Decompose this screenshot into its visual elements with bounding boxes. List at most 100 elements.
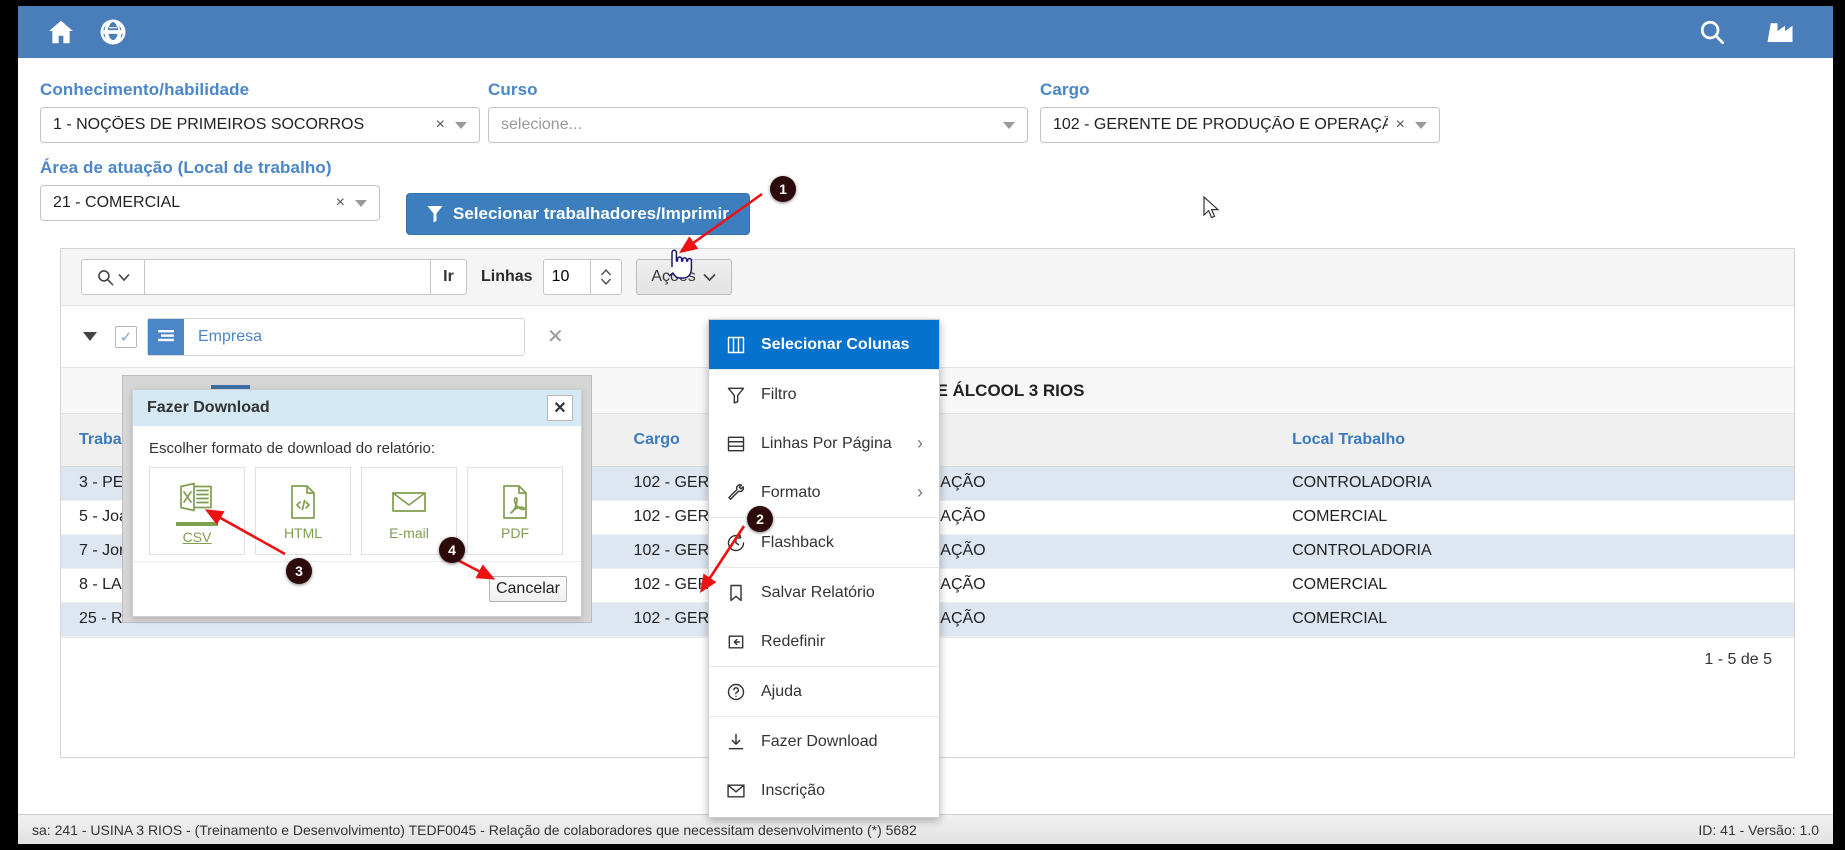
- acoes-dropdown-menu[interactable]: Selecionar Colunas Filtro Linhas Por Págin…: [708, 319, 940, 818]
- download-dialog-titlebar: Fazer Download ✕: [133, 390, 581, 426]
- menu-item-fazer-download[interactable]: Fazer Download: [709, 717, 939, 766]
- break-checkbox[interactable]: ✓: [115, 325, 137, 348]
- download-dialog-prompt: Escolher formato de download do relatóri…: [149, 440, 435, 457]
- rows-label: Linhas: [481, 268, 533, 285]
- download-option-html[interactable]: HTML: [255, 467, 351, 555]
- download-option-csv[interactable]: CSV: [149, 467, 245, 555]
- column-header-local-trabalho[interactable]: Local Trabalho: [1274, 414, 1794, 467]
- status-left-text: sa: 241 - USINA 3 RIOS - (Treinamento e …: [32, 821, 917, 838]
- menu-item-linhas-por-p-gina[interactable]: Linhas Por Página ›: [709, 419, 939, 468]
- search-icon: [98, 269, 114, 285]
- cell-local-trabalho: CONTROLADORIA: [1274, 466, 1794, 501]
- cell-local-trabalho: COMERCIAL: [1274, 602, 1794, 637]
- clear-area-icon[interactable]: ×: [328, 194, 353, 212]
- break-chip-empresa[interactable]: Empresa: [147, 317, 525, 356]
- home-icon[interactable]: [46, 17, 76, 47]
- label-conhecimento: Conhecimento/habilidade: [40, 80, 250, 99]
- menu-item-redefinir[interactable]: Redefinir: [709, 617, 939, 666]
- status-right-text: ID: 41 - Versão: 1.0: [1698, 821, 1819, 838]
- menu-item-label: Redefinir: [761, 632, 826, 650]
- download-option-label: HTML: [283, 524, 323, 541]
- select-area-atuacao[interactable]: 21 - COMERCIAL ×: [40, 185, 380, 221]
- rows-icon: [723, 434, 749, 454]
- select-curso-value: selecione...: [501, 116, 582, 133]
- break-chip-label: Empresa: [198, 327, 263, 345]
- menu-item-inscri-o[interactable]: Inscrição: [709, 766, 939, 815]
- search-input[interactable]: [144, 259, 431, 295]
- selecionar-trabalhadores-button[interactable]: Selecionar trabalhadores/Imprimir: [406, 193, 750, 235]
- factory-icon[interactable]: [1765, 17, 1795, 47]
- filter-curso: Curso selecione...: [488, 80, 1028, 143]
- download-dialog-title: Fazer Download: [147, 399, 270, 416]
- label-cargo: Cargo: [1040, 80, 1090, 99]
- menu-item-label: Selecionar Colunas: [761, 335, 910, 353]
- menu-item-label: Filtro: [761, 385, 797, 403]
- chevron-down-icon: [118, 273, 130, 281]
- reset-icon: [728, 634, 744, 649]
- browser-window: Conhecimento/habilidade 1 - NOÇÕES DE PR…: [18, 6, 1833, 844]
- menu-item-selecionar-colunas[interactable]: Selecionar Colunas: [709, 320, 939, 369]
- menu-item-ajuda[interactable]: Ajuda: [709, 667, 939, 716]
- rows-icon: [727, 436, 745, 451]
- break-lines-icon: [148, 318, 184, 355]
- filter-panel: Conhecimento/habilidade 1 - NOÇÕES DE PR…: [18, 58, 1833, 243]
- cancelar-button[interactable]: Cancelar: [488, 576, 567, 602]
- select-cargo-value: 102 - GERENTE DE PRODUÇÃO E OPERAÇÃO: [1053, 116, 1388, 133]
- search-go-button[interactable]: Ir: [431, 259, 467, 295]
- status-bar: sa: 241 - USINA 3 RIOS - (Treinamento e …: [18, 814, 1833, 844]
- download-option-label: PDF: [501, 524, 529, 541]
- menu-item-label: Inscrição: [761, 781, 826, 799]
- menu-item-label: Formato: [761, 483, 821, 501]
- mouse-cursor-hand-icon: [668, 249, 693, 279]
- funnel-icon: [723, 385, 749, 405]
- collapse-triangle-icon[interactable]: [83, 332, 97, 341]
- download-format-options: CSV HTML E-mail PDF: [133, 467, 581, 555]
- menu-item-flashback[interactable]: Flashback: [709, 518, 939, 567]
- rows-stepper[interactable]: [589, 259, 622, 295]
- mouse-cursor-arrow-icon: [1203, 196, 1220, 219]
- chevron-down-icon[interactable]: [455, 121, 467, 129]
- chevron-down-icon[interactable]: [1415, 121, 1427, 129]
- clear-cargo-icon[interactable]: ×: [1388, 116, 1413, 134]
- funnel-icon: [727, 387, 745, 404]
- annotation-badge-2: 2: [747, 506, 773, 532]
- report-search-bar: Ir Linhas Ações: [61, 249, 1794, 306]
- download-option-label: CSV: [182, 529, 212, 545]
- excel-icon: [180, 482, 212, 512]
- globe-icon[interactable]: [98, 17, 128, 47]
- menu-item-label: Fazer Download: [761, 732, 878, 750]
- question-icon: [723, 682, 749, 702]
- menu-item-label: Linhas Por Página: [761, 434, 892, 452]
- menu-item-formato[interactable]: Formato ›: [709, 468, 939, 517]
- rows-per-page-input[interactable]: [542, 259, 590, 295]
- filter-area-atuacao: Área de atuação (Local de trabalho) 21 -…: [40, 158, 380, 221]
- envelope-icon: [727, 783, 745, 798]
- clock-icon: [723, 533, 749, 553]
- download-option-label: E-mail: [389, 524, 429, 541]
- select-curso[interactable]: selecione...: [488, 107, 1028, 143]
- pagination-label: 1 - 5 de 5: [1704, 651, 1772, 668]
- download-option-pdf[interactable]: PDF: [467, 467, 563, 555]
- clock-icon: [727, 533, 745, 551]
- menu-item-filtro[interactable]: Filtro: [709, 370, 939, 419]
- download-dialog: Fazer Download ✕ Escolher formato de dow…: [132, 389, 582, 617]
- chevron-down-icon[interactable]: [355, 199, 367, 207]
- select-conhecimento-value: 1 - NOÇÕES DE PRIMEIROS SOCORROS: [53, 116, 365, 133]
- break-chip-remove-icon[interactable]: ✕: [547, 324, 564, 349]
- select-conhecimento[interactable]: 1 - NOÇÕES DE PRIMEIROS SOCORROS ×: [40, 107, 480, 143]
- menu-item-salvar-relat-rio[interactable]: Salvar Relatório: [709, 568, 939, 617]
- chevron-down-icon[interactable]: [1003, 121, 1015, 129]
- search-column-dropdown[interactable]: [81, 259, 144, 295]
- cell-local-trabalho: COMERCIAL: [1274, 500, 1794, 535]
- search-icon[interactable]: [1697, 17, 1727, 47]
- pdf-icon: [503, 484, 527, 519]
- menu-item-label: Ajuda: [761, 682, 802, 700]
- close-icon[interactable]: ✕: [547, 395, 573, 421]
- annotation-badge-1: 1: [770, 176, 796, 202]
- clear-conhecimento-icon[interactable]: ×: [428, 116, 453, 134]
- filter-cargo: Cargo 102 - GERENTE DE PRODUÇÃO E OPERAÇ…: [1040, 80, 1440, 143]
- bookmark-icon: [730, 584, 742, 601]
- columns-icon: [723, 335, 749, 355]
- select-cargo[interactable]: 102 - GERENTE DE PRODUÇÃO E OPERAÇÃO ×: [1040, 107, 1440, 143]
- menu-item-label: Salvar Relatório: [761, 583, 875, 601]
